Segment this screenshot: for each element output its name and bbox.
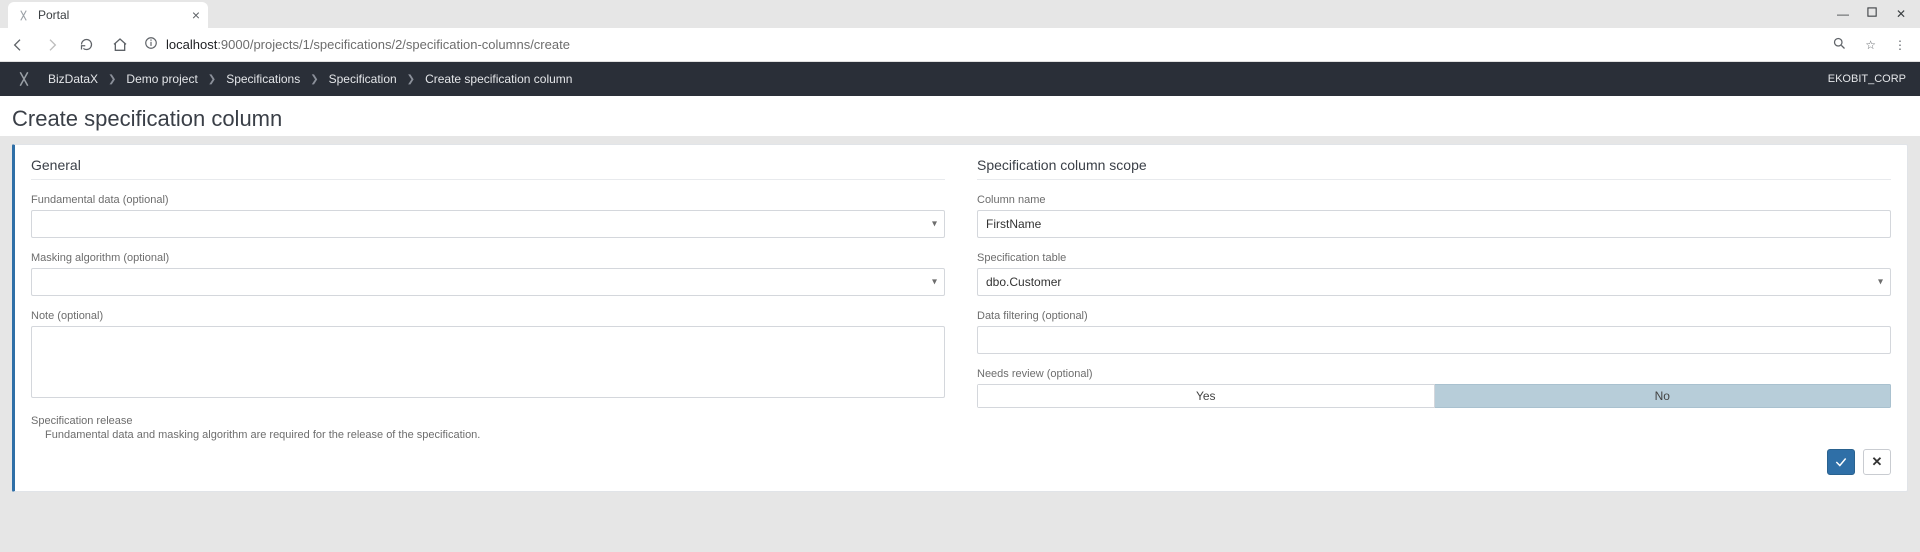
section-general: General Fundamental data (optional) ▾ Ma… xyxy=(15,157,961,441)
section-title-scope: Specification column scope xyxy=(977,157,1891,173)
form-card: General Fundamental data (optional) ▾ Ma… xyxy=(12,144,1908,492)
masking-algorithm-select[interactable] xyxy=(31,268,945,296)
field-data-filtering: Data filtering (optional) xyxy=(977,310,1891,354)
browser-tab[interactable]: Portal × xyxy=(8,2,208,28)
window-minimize-icon[interactable]: — xyxy=(1837,7,1849,21)
tenant-label[interactable]: EKOBIT_CORP xyxy=(1828,73,1906,85)
check-icon xyxy=(1834,455,1848,469)
form-actions: ✕ xyxy=(15,441,1907,475)
field-label: Data filtering (optional) xyxy=(977,310,1891,322)
section-title-general: General xyxy=(31,157,945,173)
specification-table-select[interactable] xyxy=(977,268,1891,296)
needs-review-no[interactable]: No xyxy=(1435,384,1892,408)
tab-close-icon[interactable]: × xyxy=(192,7,200,23)
window-close-icon[interactable]: ✕ xyxy=(1896,7,1906,21)
breadcrumb-item[interactable]: Specifications xyxy=(226,72,300,86)
app-logo-icon[interactable] xyxy=(14,69,34,89)
address-bar[interactable]: localhost:9000/projects/1/specifications… xyxy=(144,36,1818,53)
field-masking-algorithm: Masking algorithm (optional) ▾ xyxy=(31,252,945,296)
browser-toolbar: localhost:9000/projects/1/specifications… xyxy=(0,28,1920,62)
close-icon: ✕ xyxy=(1872,454,1883,470)
nav-home-icon[interactable] xyxy=(110,35,130,55)
cancel-button[interactable]: ✕ xyxy=(1863,449,1891,475)
tab-strip: Portal × — ✕ xyxy=(0,0,1920,28)
field-label: Needs review (optional) xyxy=(977,368,1891,380)
field-label: Fundamental data (optional) xyxy=(31,194,945,206)
field-needs-review: Needs review (optional) Yes No xyxy=(977,368,1891,408)
page-title: Create specification column xyxy=(12,106,1908,132)
specification-release-body: Fundamental data and masking algorithm a… xyxy=(45,429,945,441)
url-path: :9000/projects/1/specifications/2/specif… xyxy=(217,37,570,52)
field-column-name: Column name xyxy=(977,194,1891,238)
section-divider xyxy=(31,179,945,180)
note-textarea[interactable] xyxy=(31,326,945,398)
column-name-input[interactable] xyxy=(977,210,1891,238)
tab-title: Portal xyxy=(38,8,184,22)
breadcrumb-current: Create specification column xyxy=(425,72,572,86)
window-controls: — ✕ xyxy=(1837,0,1920,28)
needs-review-yes[interactable]: Yes xyxy=(977,384,1435,408)
breadcrumb-item[interactable]: Demo project xyxy=(126,72,197,86)
app-navbar: BizDataX ❯ Demo project ❯ Specifications… xyxy=(0,62,1920,96)
data-filtering-input[interactable] xyxy=(977,326,1891,354)
nav-reload-icon[interactable] xyxy=(76,35,96,55)
breadcrumb-item[interactable]: Specification xyxy=(329,72,397,86)
zoom-icon[interactable] xyxy=(1832,36,1847,54)
bookmark-star-icon[interactable]: ☆ xyxy=(1865,38,1876,52)
nav-forward-icon xyxy=(42,35,62,55)
chevron-right-icon: ❯ xyxy=(310,74,318,85)
chevron-right-icon: ❯ xyxy=(108,74,116,85)
fundamental-data-select[interactable] xyxy=(31,210,945,238)
field-label: Note (optional) xyxy=(31,310,945,322)
confirm-button[interactable] xyxy=(1827,449,1855,475)
browser-chrome: Portal × — ✕ localhost:900 xyxy=(0,0,1920,62)
field-label: Masking algorithm (optional) xyxy=(31,252,945,264)
field-label: Specification table xyxy=(977,252,1891,264)
field-label: Column name xyxy=(977,194,1891,206)
breadcrumb-brand[interactable]: BizDataX xyxy=(48,72,98,86)
url-host: localhost xyxy=(166,37,217,52)
field-note: Note (optional) xyxy=(31,310,945,401)
tab-favicon-icon xyxy=(16,8,30,22)
page-header: Create specification column xyxy=(0,96,1920,136)
needs-review-toggle: Yes No xyxy=(977,384,1891,408)
window-maximize-icon[interactable] xyxy=(1867,7,1878,21)
chevron-right-icon: ❯ xyxy=(407,74,415,85)
field-fundamental-data: Fundamental data (optional) ▾ xyxy=(31,194,945,238)
specification-release-head: Specification release xyxy=(31,415,945,427)
chevron-right-icon: ❯ xyxy=(208,74,216,85)
section-scope: Specification column scope Column name S… xyxy=(961,157,1907,441)
nav-back-icon[interactable] xyxy=(8,35,28,55)
browser-menu-icon[interactable]: ⋮ xyxy=(1894,38,1906,52)
field-specification-table: Specification table ▾ xyxy=(977,252,1891,296)
section-divider xyxy=(977,179,1891,180)
site-info-icon[interactable] xyxy=(144,36,158,53)
